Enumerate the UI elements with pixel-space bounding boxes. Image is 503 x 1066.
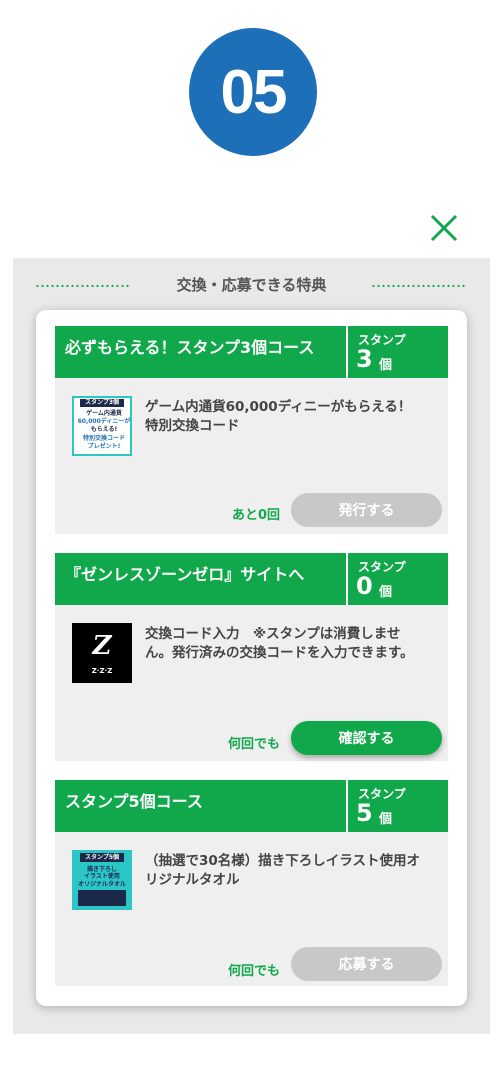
reward-item: 必ずもらえる！スタンプ3個コース スタンプ 3 個 スタンプ3個 ゲーム内通貨 …: [55, 326, 448, 534]
thumb-caption: オリジナルタオル: [77, 881, 126, 888]
reward-description: 交換コード入力 ※スタンプは消費しません。発行済みの交換コードを入力できます。: [145, 626, 414, 661]
step-number: 05: [220, 57, 288, 127]
remaining-count: あと0回: [231, 508, 280, 523]
stamp-unit: 個: [379, 812, 393, 827]
reward-header: 『ゼンレスゾーンゼロ』サイトへ スタンプ 0 個: [55, 553, 448, 605]
thumb-caption: スタンプ5個: [80, 853, 124, 862]
remaining-count: 何回でも: [227, 737, 280, 752]
reward-title: 必ずもらえる！スタンプ3個コース: [65, 338, 315, 357]
reward-title: 『ゼンレスゾーンゼロ』サイトへ: [65, 565, 305, 584]
stamp-cost: スタンプ 0 個: [346, 553, 448, 605]
reward-header: 必ずもらえる！スタンプ3個コース スタンプ 3 個: [55, 326, 448, 378]
towel-illustration: [78, 890, 126, 906]
stamp-cost: スタンプ 5 個: [346, 780, 448, 832]
stamp-count: 3: [356, 345, 373, 373]
close-icon[interactable]: [428, 212, 460, 244]
stamp-unit: 個: [379, 585, 393, 600]
issue-button[interactable]: 発行する: [291, 493, 442, 527]
reward-description: （抽選で30名様）描き下ろしイラスト使用オリジナルタオル: [145, 853, 421, 888]
reward-item: 『ゼンレスゾーンゼロ』サイトへ スタンプ 0 個 Z Z·Z·Z 交換コード入力…: [55, 553, 448, 761]
reward-title: スタンプ5個コース: [65, 792, 203, 811]
confirm-button[interactable]: 確認する: [291, 721, 442, 755]
zzz-logo: Z: [92, 631, 112, 661]
reward-description: ゲーム内通貨60,000ディニーがもらえる！特別交換コード: [145, 399, 412, 434]
thumb-caption: もらえる!: [90, 426, 118, 433]
stamp-count: 0: [356, 572, 373, 600]
panel-title-row: 交換・応募できる特典: [13, 272, 490, 300]
reward-item: スタンプ5個コース スタンプ 5 個 スタンプ5個 描き下ろし イラスト使用 オ…: [55, 780, 448, 986]
reward-thumbnail: Z Z·Z·Z: [72, 623, 132, 683]
reward-header: スタンプ5個コース スタンプ 5 個: [55, 780, 448, 832]
remaining-count: 何回でも: [227, 964, 280, 979]
rewards-card: 必ずもらえる！スタンプ3個コース スタンプ 3 個 スタンプ3個 ゲーム内通貨 …: [36, 310, 467, 1006]
thumb-caption: プレゼント!: [87, 443, 121, 450]
dotted-divider-right: [371, 285, 467, 287]
stamp-count: 5: [356, 799, 373, 827]
zzz-logo-text: Z·Z·Z: [91, 667, 113, 675]
stamp-unit: 個: [379, 358, 393, 373]
reward-thumbnail: スタンプ5個 描き下ろし イラスト使用 オリジナルタオル: [72, 850, 132, 910]
stamp-cost: スタンプ 3 個: [346, 326, 448, 378]
thumb-caption: スタンプ3個: [80, 399, 124, 407]
reward-thumbnail: スタンプ3個 ゲーム内通貨 60,000ディニーが もらえる! 特別交換コード …: [72, 396, 132, 456]
apply-button[interactable]: 応募する: [291, 947, 442, 981]
step-number-badge: 05: [189, 28, 317, 156]
